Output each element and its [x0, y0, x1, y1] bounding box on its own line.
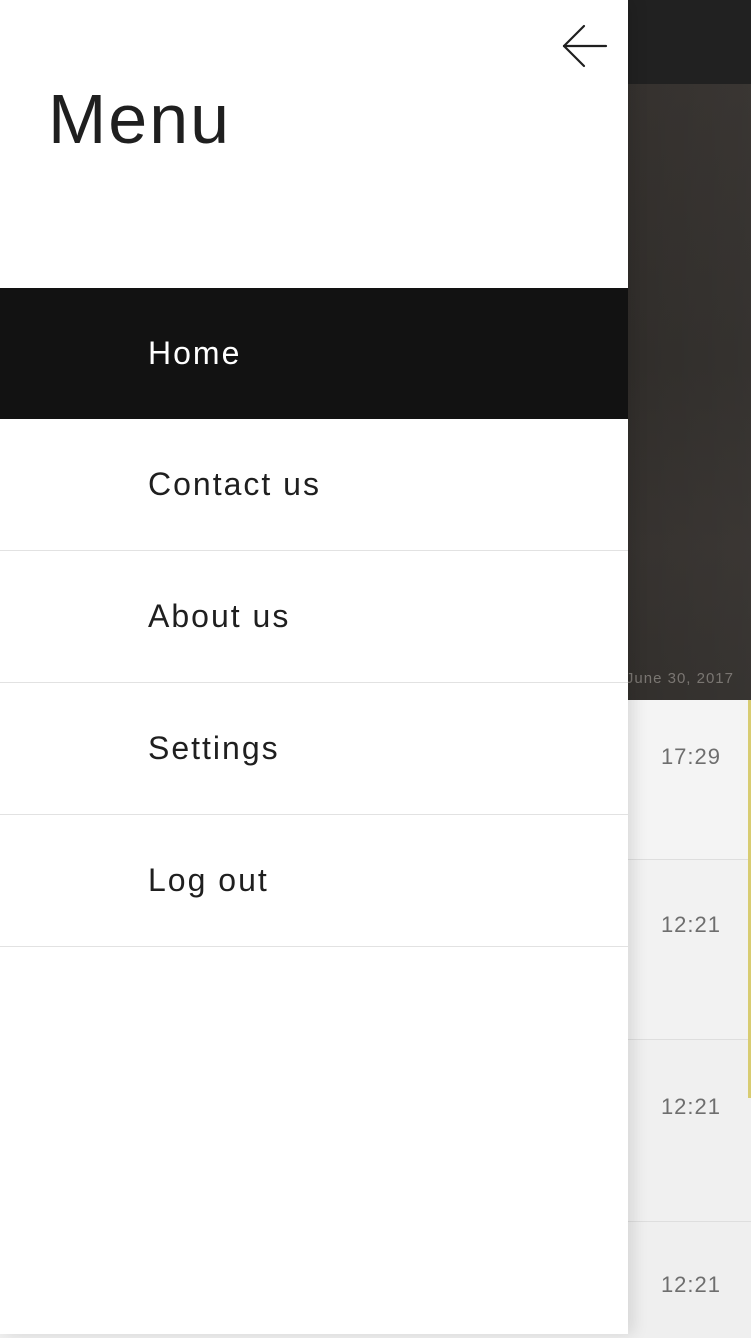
menu-item-label: Home	[148, 334, 242, 371]
back-button[interactable]	[556, 18, 612, 74]
list-item-time: 12:21	[660, 1094, 721, 1119]
menu-item-log-out[interactable]: Log out	[0, 815, 628, 947]
menu-item-settings[interactable]: Settings	[0, 683, 628, 815]
drawer-menu: Home Contact us About us Settings Log ou…	[0, 288, 628, 947]
drawer-title: Menu	[48, 80, 232, 158]
menu-item-about-us[interactable]: About us	[0, 551, 628, 683]
menu-item-label: Log out	[148, 862, 269, 898]
list-item-time: 12:21	[660, 912, 721, 937]
arrow-left-icon	[556, 18, 612, 74]
menu-item-home[interactable]: Home	[0, 288, 628, 419]
menu-item-label: Contact us	[148, 466, 321, 502]
list-item-time: 17:29	[660, 744, 721, 769]
menu-item-label: About us	[148, 598, 291, 634]
navigation-drawer: Menu Home Contact us About us Settings L…	[0, 0, 628, 1334]
menu-item-contact-us[interactable]: Contact us	[0, 419, 628, 551]
hero-date: June 30, 2017	[625, 670, 734, 687]
list-item-time: 12:21	[660, 1272, 721, 1297]
drawer-header: Menu	[0, 0, 628, 288]
menu-item-label: Settings	[148, 730, 280, 766]
